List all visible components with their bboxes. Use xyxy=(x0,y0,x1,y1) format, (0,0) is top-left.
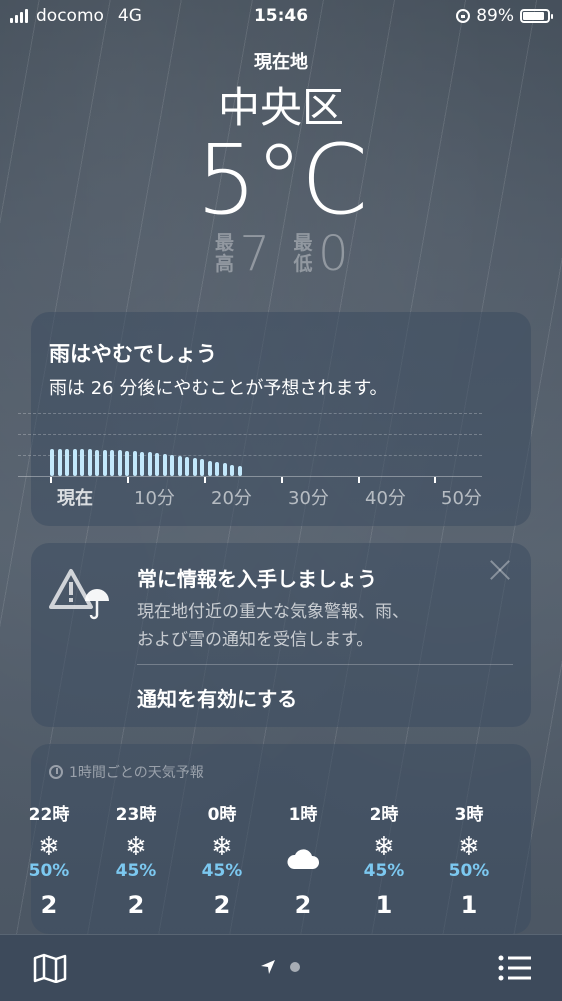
rain-card-title: 雨はやむでしょう xyxy=(49,342,217,366)
hour-label: 1時 xyxy=(288,805,318,825)
chart-baseline xyxy=(18,476,482,477)
page-dot xyxy=(290,962,300,972)
rain-bar xyxy=(170,455,174,476)
rain-bar xyxy=(110,450,114,476)
close-icon[interactable] xyxy=(487,557,513,583)
precip-chance: 50% xyxy=(28,861,70,881)
grid-line xyxy=(18,434,482,435)
low-temp: 0 xyxy=(318,226,349,282)
snow-icon: ❄ xyxy=(211,832,233,862)
high-low: 最高 7 最低 0 xyxy=(0,226,562,282)
rain-bar xyxy=(147,452,152,476)
hourly-item: 0時 ❄ 45% 2 xyxy=(177,800,267,919)
hourly-item: 23時 ❄ 45% 2 xyxy=(91,800,181,919)
current-temperature: 5°C xyxy=(195,124,368,236)
hourly-item: 22時 ❄ 50% 2 xyxy=(4,800,94,919)
hour-temp: 2 xyxy=(213,891,231,919)
hour-label: 3時 xyxy=(454,805,484,825)
notify-desc-line2: および雪の通知を受信します。 xyxy=(137,630,374,650)
location-label: 現在地 xyxy=(254,52,308,73)
rain-bar xyxy=(230,465,234,476)
divider xyxy=(137,664,513,665)
notification-card: 常に情報を入手しましょう 現在地付近の重大な気象警報、雨、 および雪の通知を受信… xyxy=(31,543,531,727)
rain-bar xyxy=(80,449,84,476)
axis-label: 10分 xyxy=(134,488,175,509)
hourly-title: 1時間ごとの天気予報 xyxy=(69,765,204,781)
hour-label: 2時 xyxy=(369,805,399,825)
rain-bar xyxy=(95,450,99,476)
high-temp: 7 xyxy=(239,226,270,282)
rain-bar xyxy=(50,449,54,476)
rain-bar xyxy=(237,466,242,476)
rain-bar xyxy=(72,449,77,476)
rain-bar xyxy=(125,451,129,476)
rain-bar xyxy=(102,450,107,476)
rain-bar xyxy=(222,463,227,476)
precip-chance: 45% xyxy=(201,861,243,881)
precip-chance: 45% xyxy=(363,861,405,881)
axis-label: 現在 xyxy=(57,488,93,509)
rain-bar xyxy=(162,454,167,476)
rain-bar xyxy=(215,462,219,476)
warning-umbrella-icon xyxy=(49,569,109,620)
map-icon[interactable] xyxy=(33,953,67,983)
hourly-item: 1時 2 xyxy=(258,800,348,919)
axis-tick xyxy=(127,477,129,483)
cloud-icon xyxy=(258,833,348,869)
rain-bar xyxy=(132,451,137,476)
clock-icon xyxy=(49,765,63,779)
rain-bar xyxy=(192,458,197,476)
rain-card-description: 雨は 26 分後にやむことが予想されます。 xyxy=(49,378,388,399)
rain-bar xyxy=(207,461,212,476)
page-indicator[interactable] xyxy=(260,959,300,975)
axis-label: 40分 xyxy=(365,488,406,509)
axis-tick xyxy=(204,477,206,483)
rain-bar xyxy=(140,452,144,476)
snow-icon: ❄ xyxy=(458,832,480,862)
rain-bar xyxy=(57,449,62,476)
status-bar: docomo 4G 15:46 89% xyxy=(0,0,562,32)
battery-percent: 89% xyxy=(476,6,514,26)
rain-bar xyxy=(185,457,189,476)
axis-tick xyxy=(50,477,52,483)
enable-notifications-button[interactable]: 通知を有効にする xyxy=(137,683,297,712)
axis-label: 50分 xyxy=(441,488,482,509)
axis-tick xyxy=(358,477,360,483)
hour-temp: 2 xyxy=(127,891,145,919)
rain-bar xyxy=(117,450,122,476)
rain-bar xyxy=(200,459,204,476)
snow-icon: ❄ xyxy=(373,832,395,862)
hour-temp: 1 xyxy=(375,891,393,919)
rain-bar xyxy=(155,453,159,476)
axis-tick xyxy=(434,477,436,483)
grid-line xyxy=(18,413,482,414)
hourly-item: 2時 ❄ 45% 1 xyxy=(339,800,429,919)
hourly-item: 3時 ❄ 50% 1 xyxy=(424,800,514,919)
precip-chance: 45% xyxy=(115,861,157,881)
orientation-lock-icon xyxy=(456,9,471,23)
list-icon[interactable] xyxy=(498,955,532,981)
notify-desc-line1: 現在地付近の重大な気象警報、雨、 xyxy=(137,602,409,622)
location-arrow-icon xyxy=(261,960,275,974)
hour-label: 22時 xyxy=(28,805,70,825)
low-label: 最低 xyxy=(293,232,313,275)
battery-icon xyxy=(520,9,553,23)
hour-temp: 2 xyxy=(40,891,58,919)
hour-temp: 1 xyxy=(460,891,478,919)
axis-label: 20分 xyxy=(211,488,252,509)
notify-title: 常に情報を入手しましょう xyxy=(137,567,377,591)
rain-bar xyxy=(65,449,69,476)
snow-icon: ❄ xyxy=(38,832,60,862)
axis-tick xyxy=(281,477,283,483)
precip-chance: 50% xyxy=(448,861,490,881)
hour-label: 0時 xyxy=(207,805,237,825)
rain-bar xyxy=(177,456,182,476)
hour-label: 23時 xyxy=(115,805,157,825)
axis-label: 30分 xyxy=(288,488,329,509)
hour-temp: 2 xyxy=(294,891,312,919)
high-label: 最高 xyxy=(214,232,234,275)
snow-icon: ❄ xyxy=(125,832,147,862)
rain-bar xyxy=(87,449,92,476)
